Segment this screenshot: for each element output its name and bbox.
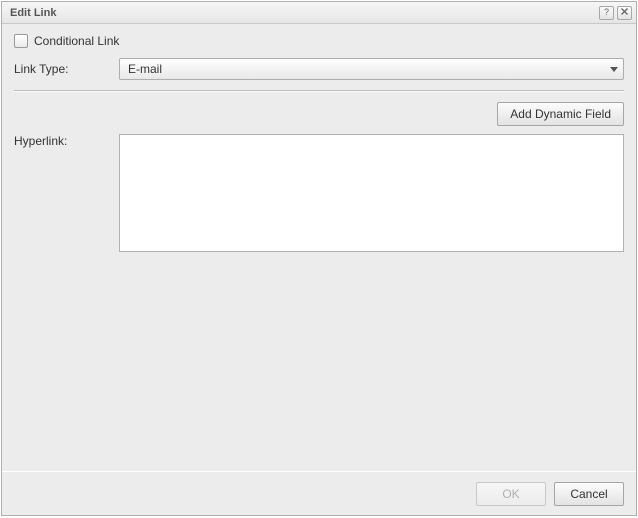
dialog-footer: OK Cancel — [2, 471, 636, 515]
cancel-button[interactable]: Cancel — [554, 482, 624, 506]
conditional-link-row: Conditional Link — [14, 34, 624, 48]
dynamic-field-row: Add Dynamic Field — [14, 102, 624, 126]
close-icon — [621, 8, 628, 17]
link-type-select[interactable]: E-mail — [119, 58, 624, 80]
conditional-link-label: Conditional Link — [34, 34, 119, 48]
help-button[interactable]: ? — [599, 6, 614, 20]
hyperlink-textarea[interactable] — [119, 134, 624, 252]
add-dynamic-field-button[interactable]: Add Dynamic Field — [497, 102, 624, 126]
close-button[interactable] — [617, 6, 632, 20]
ok-button[interactable]: OK — [476, 482, 546, 506]
dialog-titlebar: Edit Link ? — [2, 2, 636, 24]
dialog-title: Edit Link — [10, 7, 596, 19]
separator — [14, 90, 624, 92]
edit-link-dialog: Edit Link ? Conditional Link Link Type: … — [1, 1, 637, 516]
link-type-value: E-mail — [120, 62, 605, 76]
help-icon: ? — [604, 8, 609, 17]
link-type-label: Link Type: — [14, 62, 119, 76]
hyperlink-row: Hyperlink: — [14, 134, 624, 252]
link-type-row: Link Type: E-mail — [14, 58, 624, 80]
chevron-down-icon — [605, 67, 623, 72]
dialog-body: Conditional Link Link Type: E-mail Add D… — [2, 24, 636, 471]
conditional-link-checkbox[interactable] — [14, 34, 28, 48]
hyperlink-label: Hyperlink: — [14, 134, 119, 148]
